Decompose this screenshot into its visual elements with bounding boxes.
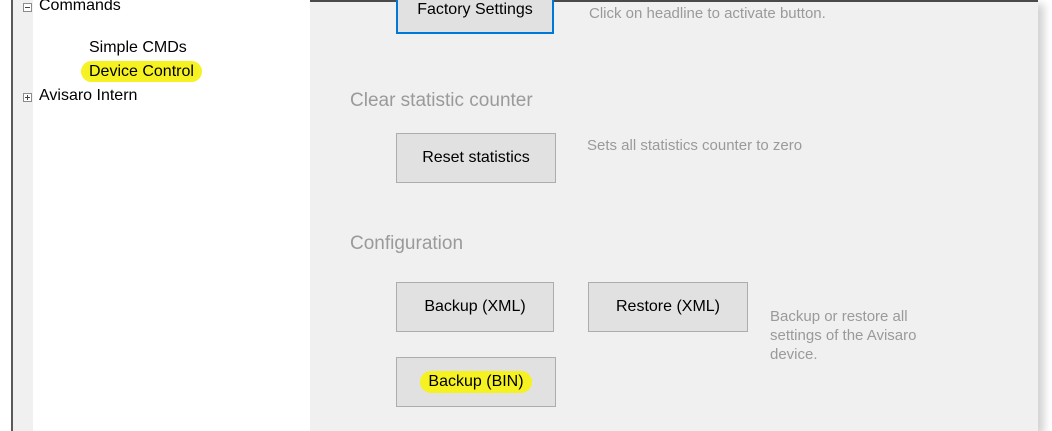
tree-item-label: Avisaro Intern xyxy=(39,87,138,104)
collapse-icon[interactable] xyxy=(23,3,32,12)
tree-gutter xyxy=(13,0,33,431)
reset-statistics-button[interactable]: Reset statistics xyxy=(396,133,556,183)
window-frame: Commands Simple CMDs Device Control Avis… xyxy=(0,0,1038,431)
reset-statistics-description: Sets all statistics counter to zero xyxy=(587,137,803,154)
section-title-clear-statistic[interactable]: Clear statistic counter xyxy=(350,90,533,112)
section-title-configuration[interactable]: Configuration xyxy=(350,233,463,255)
tree-item-label: Commands xyxy=(39,0,121,14)
factory-settings-description: Click on headline to activate button. xyxy=(589,5,826,22)
tree-item-label: Device Control xyxy=(83,63,200,80)
configuration-description: Backup or restore all settings of the Av… xyxy=(770,308,917,363)
content-panel: Factory Settings Click on headline to ac… xyxy=(310,0,1038,431)
navigation-tree: Commands Simple CMDs Device Control Avis… xyxy=(23,0,310,431)
tree-item-simple-cmds[interactable]: Simple CMDs xyxy=(89,38,187,58)
expand-icon[interactable] xyxy=(23,93,32,102)
factory-settings-button[interactable]: Factory Settings xyxy=(396,0,554,34)
tree-item-device-control[interactable]: Device Control xyxy=(83,62,200,82)
restore-xml-button[interactable]: Restore (XML) xyxy=(588,282,748,332)
backup-xml-button[interactable]: Backup (XML) xyxy=(396,282,554,332)
tree-item-label: Simple CMDs xyxy=(89,39,187,56)
backup-bin-button[interactable]: Backup (BIN) xyxy=(396,357,556,407)
